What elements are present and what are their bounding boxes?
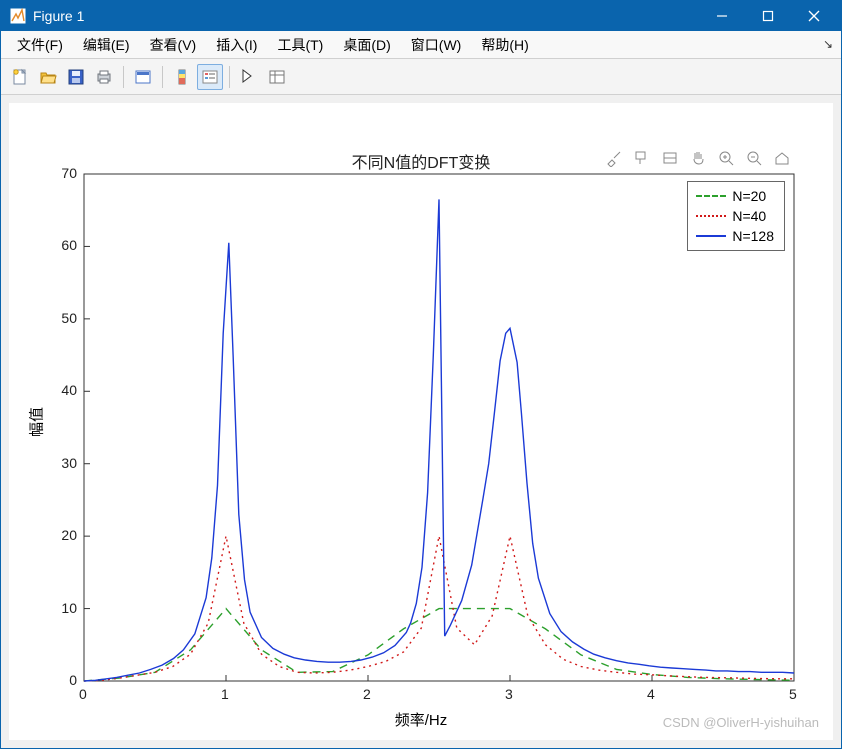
save-button[interactable] [63,64,89,90]
home-icon[interactable] [771,147,793,169]
zoom-in-icon[interactable] [715,147,737,169]
menu-edit[interactable]: 编辑(E) [73,33,140,57]
menu-insert[interactable]: 插入(I) [206,33,267,57]
y-tick-label: 30 [61,455,77,471]
edit-plot-button[interactable] [236,64,262,90]
menu-desktop[interactable]: 桌面(D) [333,33,400,57]
print-button[interactable] [91,64,117,90]
legend-entry-n40[interactable]: N=40 [696,206,774,226]
insert-colorbar-button[interactable] [169,64,195,90]
y-tick-label: 70 [61,165,77,181]
menu-window[interactable]: 窗口(W) [401,33,472,57]
axes-toolbar [603,147,793,169]
toolbar [1,59,841,95]
legend-entry-n20[interactable]: N=20 [696,186,774,206]
y-tick-label: 0 [69,672,77,688]
y-tick-label: 50 [61,310,77,326]
matlab-icon [9,7,27,25]
figure-panel: 不同N值的DFT变换 N=20 N=40 [9,103,833,740]
x-tick-label: 5 [789,686,797,702]
x-tick-label: 3 [505,686,513,702]
menu-tools[interactable]: 工具(T) [267,33,333,57]
insert-legend-button[interactable] [197,64,223,90]
menu-file[interactable]: 文件(F) [7,33,73,57]
x-tick-label: 4 [647,686,655,702]
watermark: CSDN @OliverH-yishuihan [663,715,819,730]
y-axis-label: 幅值 [26,406,47,436]
property-inspector-button[interactable] [264,64,290,90]
legend-entry-n128[interactable]: N=128 [696,226,774,246]
titlebar: Figure 1 [1,1,841,31]
legend-label: N=40 [732,208,766,224]
maximize-button[interactable] [745,1,791,31]
pan-icon[interactable] [687,147,709,169]
legend-label: N=128 [732,228,774,244]
link-plot-button[interactable] [130,64,156,90]
series-N=20[interactable] [84,609,794,681]
menu-help[interactable]: 帮助(H) [471,33,538,57]
menu-overflow-icon[interactable]: ↘ [823,37,833,51]
figure-area: 不同N值的DFT变换 N=20 N=40 [1,95,841,748]
window-title: Figure 1 [33,8,84,24]
new-figure-button[interactable] [7,64,33,90]
y-tick-label: 60 [61,237,77,253]
y-tick-label: 10 [61,600,77,616]
close-button[interactable] [791,1,837,31]
legend[interactable]: N=20 N=40 N=128 [687,181,785,251]
x-tick-label: 0 [79,686,87,702]
datatip-icon[interactable] [631,147,653,169]
y-tick-label: 40 [61,382,77,398]
menu-view[interactable]: 查看(V) [140,33,207,57]
y-tick-label: 20 [61,527,77,543]
minimize-button[interactable] [699,1,745,31]
menubar: 文件(F) 编辑(E) 查看(V) 插入(I) 工具(T) 桌面(D) 窗口(W… [1,31,841,59]
legend-label: N=20 [732,188,766,204]
rotate-icon[interactable] [659,147,681,169]
x-tick-label: 1 [221,686,229,702]
zoom-out-icon[interactable] [743,147,765,169]
open-button[interactable] [35,64,61,90]
x-tick-label: 2 [363,686,371,702]
brush-icon[interactable] [603,147,625,169]
figure-window: Figure 1 文件(F) 编辑(E) 查看(V) 插入(I) 工具(T) 桌… [0,0,842,749]
